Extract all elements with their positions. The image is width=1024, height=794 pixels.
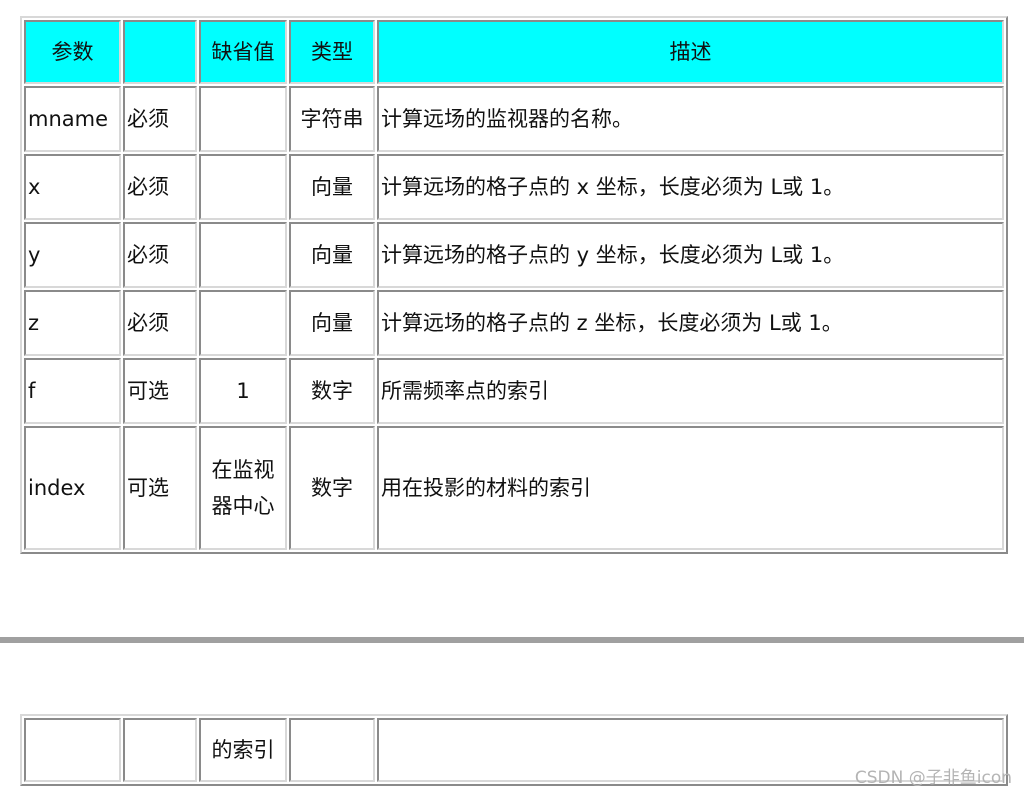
type-cell: 向量 bbox=[289, 222, 375, 288]
param-cell: mname bbox=[24, 86, 121, 152]
header-param: 参数 bbox=[24, 20, 121, 84]
header-default: 缺省值 bbox=[199, 20, 287, 84]
description-cell: 计算远场的格子点的 z 坐标，长度必须为 L或 1。 bbox=[377, 290, 1004, 356]
required-cell: 必须 bbox=[123, 154, 197, 220]
header-type: 类型 bbox=[289, 20, 375, 84]
parameter-table: 参数 缺省值 类型 描述 mname 必须 字符串 计算远场的监视器的名称。 x… bbox=[20, 16, 1008, 554]
description-cell: 计算远场的格子点的 x 坐标，长度必须为 L或 1。 bbox=[377, 154, 1004, 220]
default-cell bbox=[199, 86, 287, 152]
page: 参数 缺省值 类型 描述 mname 必须 字符串 计算远场的监视器的名称。 x… bbox=[0, 0, 1024, 794]
type-cell: 字符串 bbox=[289, 86, 375, 152]
description-cell: 计算远场的监视器的名称。 bbox=[377, 86, 1004, 152]
param-cell bbox=[24, 718, 121, 782]
default-cell: 1 bbox=[199, 358, 287, 424]
header-required bbox=[123, 20, 197, 84]
default-cell bbox=[199, 222, 287, 288]
default-cell: 的索引 bbox=[199, 718, 287, 782]
type-cell: 向量 bbox=[289, 290, 375, 356]
table-header-row: 参数 缺省值 类型 描述 bbox=[24, 20, 1004, 84]
table-row: index 可选 在监视器中心 数字 用在投影的材料的索引 bbox=[24, 426, 1004, 550]
type-cell: 向量 bbox=[289, 154, 375, 220]
table-row: mname 必须 字符串 计算远场的监视器的名称。 bbox=[24, 86, 1004, 152]
table-row: z 必须 向量 计算远场的格子点的 z 坐标，长度必须为 L或 1。 bbox=[24, 290, 1004, 356]
required-cell: 可选 bbox=[123, 358, 197, 424]
required-cell: 必须 bbox=[123, 222, 197, 288]
param-cell: y bbox=[24, 222, 121, 288]
type-cell: 数字 bbox=[289, 426, 375, 550]
horizontal-separator bbox=[0, 637, 1024, 643]
param-cell: index bbox=[24, 426, 121, 550]
default-cell: 在监视器中心 bbox=[199, 426, 287, 550]
required-cell: 可选 bbox=[123, 426, 197, 550]
table-row: x 必须 向量 计算远场的格子点的 x 坐标，长度必须为 L或 1。 bbox=[24, 154, 1004, 220]
header-description: 描述 bbox=[377, 20, 1004, 84]
param-cell: f bbox=[24, 358, 121, 424]
table-row: y 必须 向量 计算远场的格子点的 y 坐标，长度必须为 L或 1。 bbox=[24, 222, 1004, 288]
required-cell bbox=[123, 718, 197, 782]
description-cell: 所需频率点的索引 bbox=[377, 358, 1004, 424]
description-cell: 用在投影的材料的索引 bbox=[377, 426, 1004, 550]
param-cell: x bbox=[24, 154, 121, 220]
required-cell: 必须 bbox=[123, 290, 197, 356]
type-cell: 数字 bbox=[289, 358, 375, 424]
description-cell: 计算远场的格子点的 y 坐标，长度必须为 L或 1。 bbox=[377, 222, 1004, 288]
default-cell bbox=[199, 290, 287, 356]
type-cell bbox=[289, 718, 375, 782]
table-row: f 可选 1 数字 所需频率点的索引 bbox=[24, 358, 1004, 424]
param-cell: z bbox=[24, 290, 121, 356]
default-cell bbox=[199, 154, 287, 220]
csdn-watermark: CSDN @子非鱼icon bbox=[854, 768, 1012, 788]
required-cell: 必须 bbox=[123, 86, 197, 152]
